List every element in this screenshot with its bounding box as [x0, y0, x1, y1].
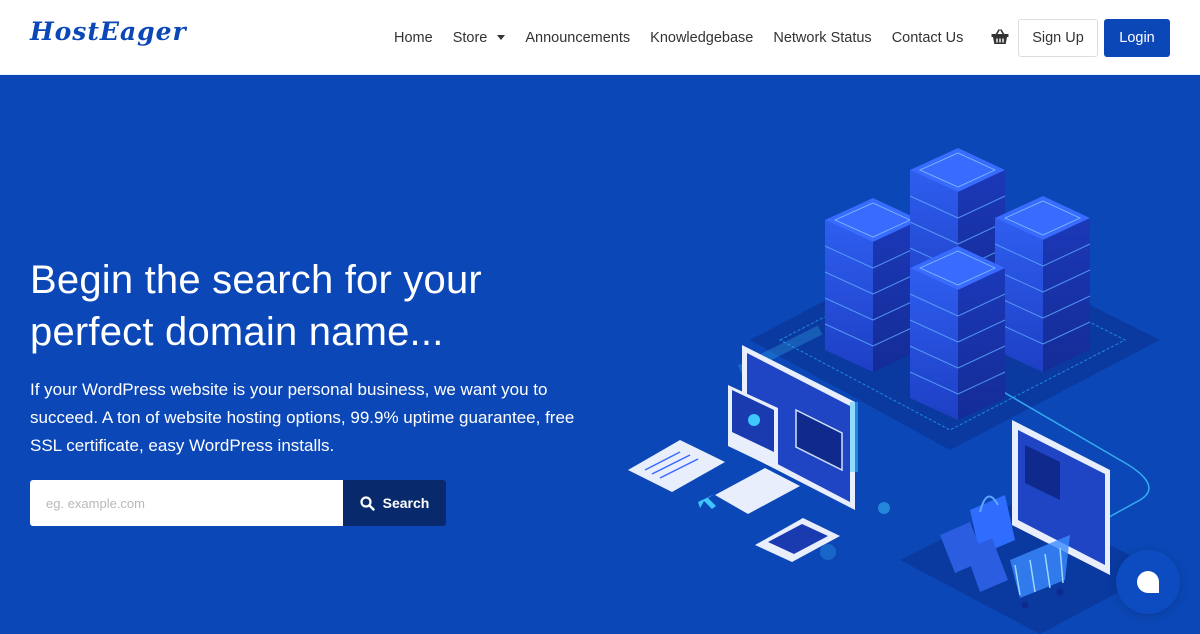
nav-item-knowledgebase[interactable]: Knowledgebase — [640, 30, 763, 46]
nav-item-home[interactable]: Home — [384, 30, 443, 46]
chat-widget-button[interactable] — [1116, 550, 1180, 614]
hero-description: If your WordPress website is your person… — [30, 380, 575, 455]
main-nav: Home Store Announcements Knowledgebase N… — [384, 0, 973, 75]
search-button[interactable]: Search — [343, 480, 446, 526]
document-card — [628, 440, 725, 492]
nav-item-store[interactable]: Store — [443, 30, 516, 46]
nav-label: Store — [452, 29, 488, 46]
server-tower — [994, 196, 1091, 372]
domain-search-form: Search — [30, 480, 446, 526]
login-button[interactable]: Login — [1104, 19, 1170, 57]
hero-title: Begin the search for your perfect domain… — [30, 258, 482, 354]
shopping-basket-icon[interactable] — [991, 29, 1009, 45]
nav-label: Contact Us — [891, 29, 964, 46]
site-header: HostEager Home Store Announcements Knowl… — [0, 0, 1200, 75]
server-tower — [909, 246, 1006, 420]
nav-item-network-status[interactable]: Network Status — [763, 30, 881, 46]
nav-label: Announcements — [525, 29, 631, 46]
sign-up-button[interactable]: Sign Up — [1018, 19, 1098, 57]
search-button-label: Search — [382, 495, 430, 511]
chat-bubble-icon — [1137, 571, 1159, 593]
server-tower — [824, 198, 921, 372]
search-icon — [360, 495, 375, 511]
nav-label: Network Status — [773, 29, 872, 46]
logo[interactable]: HostEager — [30, 17, 187, 46]
nav-item-contact-us[interactable]: Contact Us — [882, 30, 974, 46]
domain-search-input[interactable] — [30, 480, 343, 526]
server-illustration — [628, 148, 1160, 634]
nav-label: Home — [394, 29, 433, 46]
cursor-icon — [698, 494, 716, 509]
nav-label: Knowledgebase — [650, 29, 754, 46]
nav-item-announcements[interactable]: Announcements — [515, 30, 640, 46]
caret-down-icon — [497, 35, 506, 40]
